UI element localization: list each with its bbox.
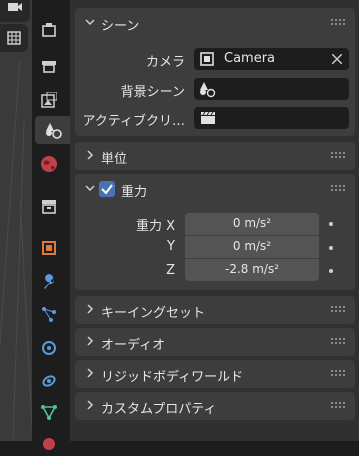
grid-line [19, 200, 32, 441]
gravity-z-label: Z [166, 263, 175, 278]
scene-panel: シーン カメラ Camera 背景シーン アクティブクリ… [75, 8, 355, 136]
drag-handle-icon[interactable] [331, 19, 346, 27]
keyframe-dot[interactable] [329, 246, 333, 250]
gravity-x-field[interactable]: 0 m/s² [185, 213, 319, 235]
rigid-body-world-panel-header[interactable]: リジッドボディワールド [75, 360, 355, 390]
checkmark-icon [101, 184, 113, 195]
gravity-y-field[interactable]: 0 m/s² [185, 236, 319, 258]
tab-constraints[interactable] [35, 366, 63, 394]
tab-render[interactable] [35, 52, 63, 80]
properties-editor: シーン カメラ Camera 背景シーン アクティブクリ… 単位 重力 重力 X… [70, 0, 359, 441]
render-icon [42, 61, 56, 73]
audio-panel-header[interactable]: オーディオ [75, 328, 355, 358]
tab-output[interactable] [35, 86, 63, 114]
chevron-right-icon [87, 368, 94, 378]
custom-properties-panel-header[interactable]: カスタムプロパティ [75, 392, 355, 422]
gravity-z-value: -2.8 m/s² [224, 262, 280, 276]
tab-particles[interactable] [35, 300, 63, 328]
custom-properties-panel: カスタムプロパティ [75, 392, 355, 420]
object-icon [42, 241, 56, 255]
drag-handle-icon[interactable] [331, 306, 346, 314]
tab-modifiers[interactable] [35, 268, 63, 296]
vertex-data-icon [41, 405, 57, 420]
scene-icon [200, 82, 216, 98]
panel-title: キーイングセット [101, 306, 206, 321]
tab-world[interactable] [35, 150, 63, 178]
gravity-panel: 重力 重力 X 0 m/s² Y 0 m/s² Z -2.8 m/s² [75, 174, 355, 290]
gravity-checkbox[interactable] [99, 181, 115, 197]
panel-title: 重力 [121, 185, 148, 200]
keyframe-dot[interactable] [329, 222, 333, 226]
grid-line [12, 120, 25, 441]
keyframe-dot[interactable] [329, 269, 333, 273]
grid-line [0, 60, 21, 441]
output-icon [41, 92, 57, 108]
chevron-down-icon [85, 19, 95, 26]
drag-handle-icon[interactable] [331, 338, 346, 346]
tab-collection[interactable] [35, 192, 63, 220]
active-clip-field[interactable] [194, 107, 349, 129]
constraints-icon [42, 375, 56, 387]
gravity-y-label: Y [167, 239, 175, 254]
drag-handle-icon[interactable] [331, 185, 346, 193]
active-clip-label: アクティブクリ… [82, 114, 185, 129]
camera-label: カメラ [145, 55, 185, 70]
clapperboard-icon [201, 111, 215, 124]
camera-object-icon [200, 52, 214, 66]
scene-panel-header[interactable]: シーン [75, 8, 355, 38]
material-icon [43, 438, 55, 450]
panel-title: オーディオ [101, 338, 166, 353]
background-scene-label: 背景シーン [120, 85, 185, 100]
panel-title: 単位 [101, 152, 128, 167]
gravity-z-field[interactable]: -2.8 m/s² [185, 259, 319, 281]
tab-tool[interactable] [35, 16, 63, 44]
wrench-icon [44, 274, 55, 289]
camera-value: Camera [224, 51, 276, 66]
tab-scene[interactable] [35, 116, 70, 144]
panel-title: リジッドボディワールド [101, 370, 244, 385]
drag-handle-icon[interactable] [331, 152, 346, 160]
rigid-body-world-panel: リジッドボディワールド [75, 360, 355, 388]
audio-panel: オーディオ [75, 328, 355, 356]
camera-icon [8, 3, 22, 11]
drag-handle-icon[interactable] [331, 402, 346, 410]
panel-title: カスタムプロパティ [101, 402, 217, 417]
camera-view-tool[interactable] [0, 0, 30, 22]
viewport-edge [0, 0, 32, 441]
scene-icon [45, 123, 62, 139]
chevron-right-icon [87, 336, 94, 346]
camera-field[interactable]: Camera [194, 48, 349, 70]
gravity-panel-header[interactable]: 重力 [75, 174, 355, 204]
close-icon[interactable] [332, 54, 342, 64]
chevron-right-icon [87, 150, 94, 160]
tool-icon [42, 23, 56, 37]
gravity-x-value: 0 m/s² [232, 216, 272, 230]
gravity-y-value: 0 m/s² [232, 239, 272, 253]
chevron-right-icon [87, 400, 94, 410]
physics-icon [42, 341, 56, 355]
chevron-down-icon [85, 185, 95, 192]
drag-handle-icon[interactable] [331, 370, 346, 378]
background-scene-field[interactable] [194, 78, 349, 100]
keying-sets-panel: キーイングセット [75, 296, 355, 324]
world-icon [41, 156, 57, 172]
tab-material[interactable] [35, 428, 63, 456]
tab-physics[interactable] [35, 334, 63, 362]
keying-sets-panel-header[interactable]: キーイングセット [75, 296, 355, 326]
chevron-right-icon [87, 304, 94, 314]
panel-title: シーン [101, 19, 140, 34]
particles-icon [42, 307, 56, 322]
units-panel-header[interactable]: 単位 [75, 142, 355, 172]
tab-data[interactable] [35, 398, 63, 426]
collection-icon [42, 200, 56, 214]
gravity-x-label: 重力 X [135, 219, 175, 234]
grid-view-tool[interactable] [0, 24, 28, 52]
tab-object[interactable] [35, 234, 63, 262]
grid-icon [7, 31, 21, 45]
properties-tab-bar [32, 0, 70, 450]
units-panel: 単位 [75, 142, 355, 170]
